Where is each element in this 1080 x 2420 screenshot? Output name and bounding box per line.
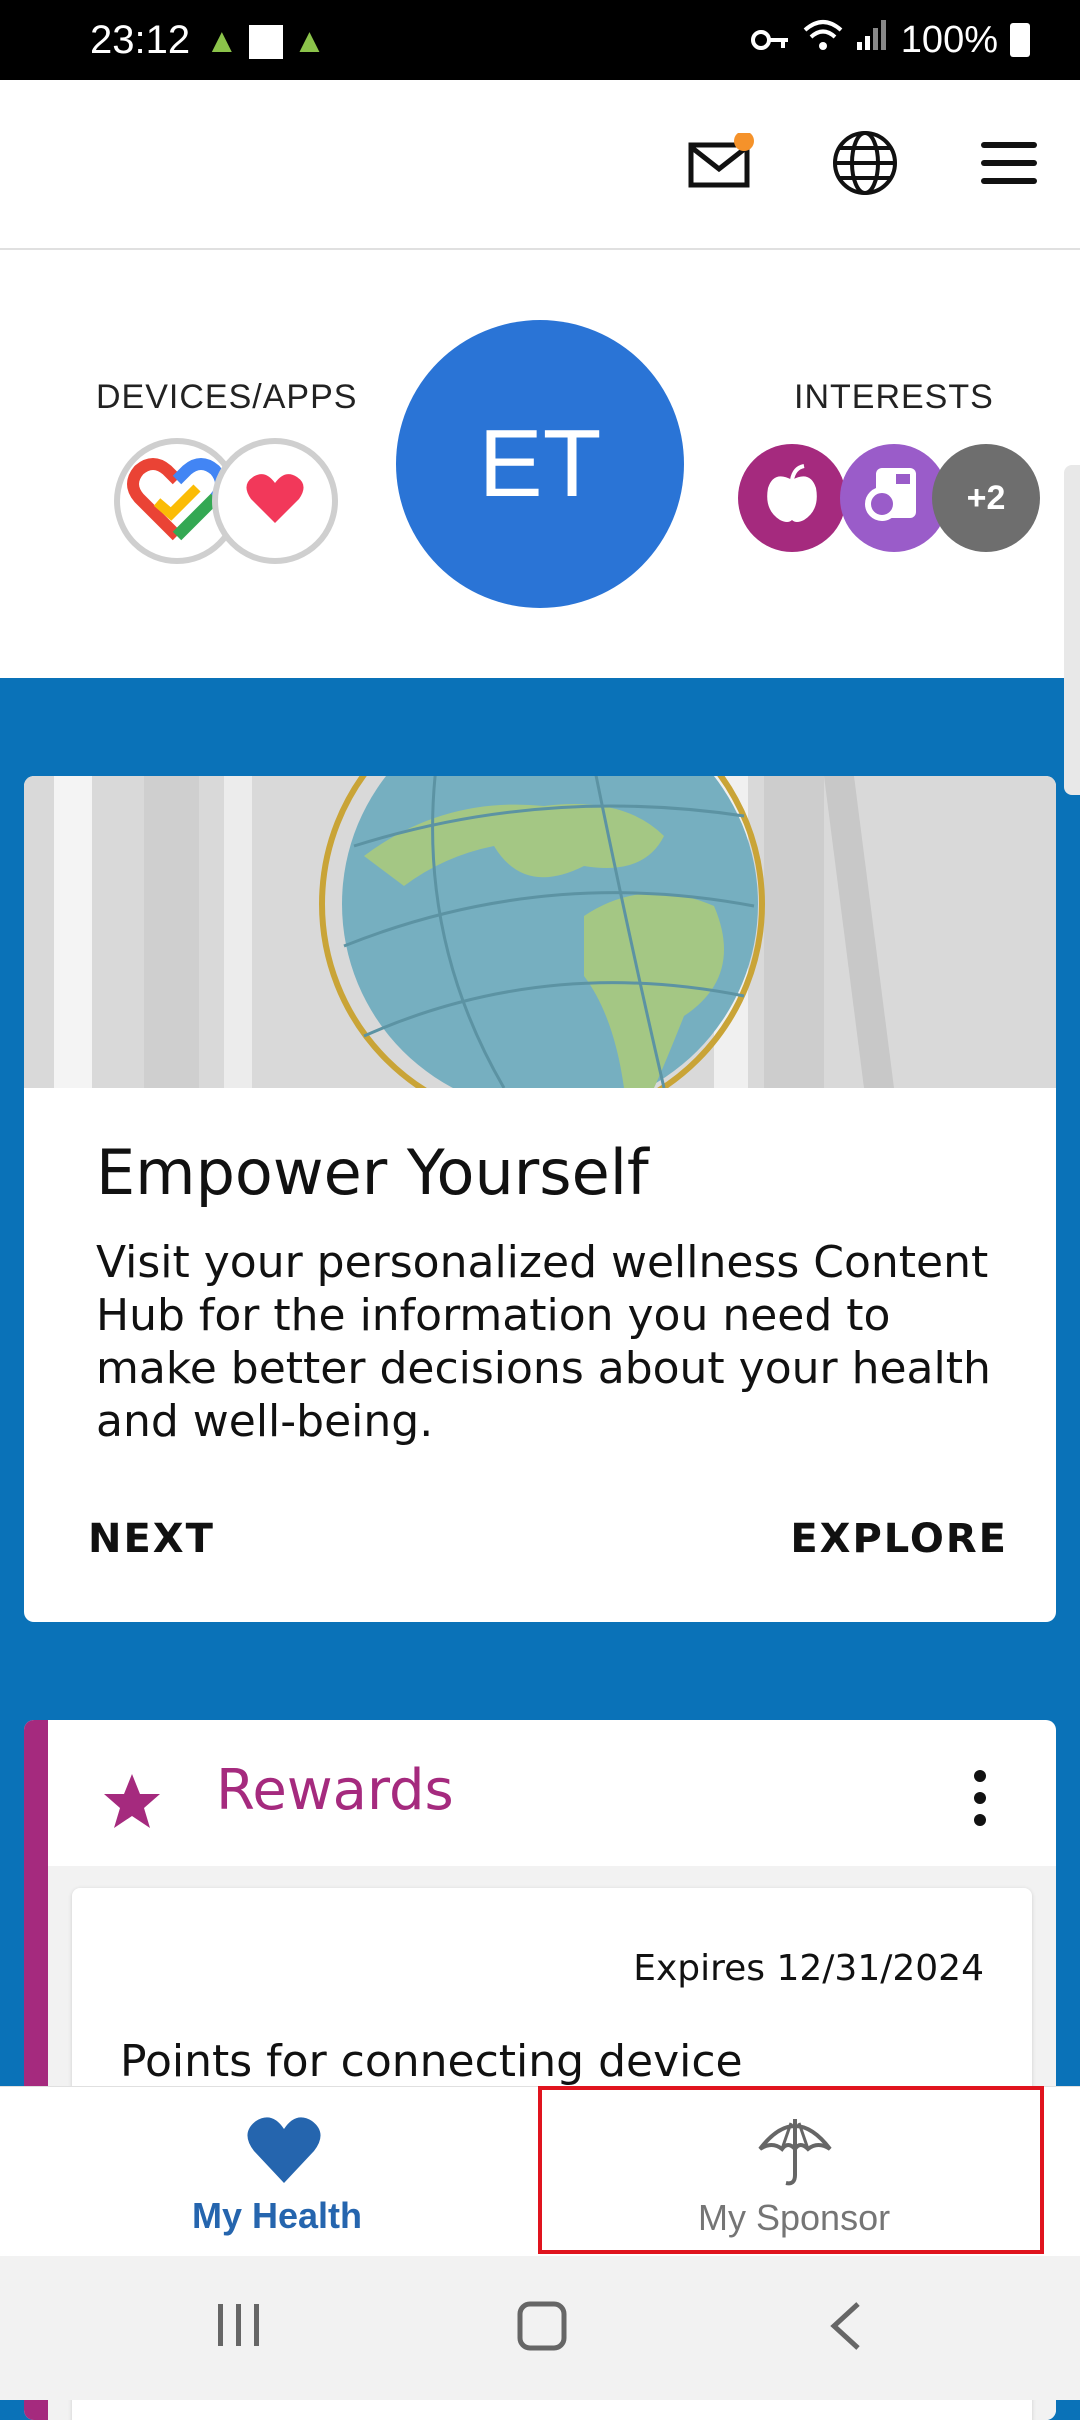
signal-icon: [855, 18, 889, 62]
home-icon[interactable]: [516, 2300, 568, 2357]
highlight-box: [538, 2086, 1044, 2254]
battery-text: 100%: [900, 18, 998, 61]
reward-expires: Expires 12/31/2024: [633, 1948, 984, 1989]
battery-icon: [1010, 23, 1030, 57]
interests-more[interactable]: +2: [932, 444, 1040, 552]
explore-button[interactable]: EXPLORE: [790, 1516, 1008, 1562]
menu-button[interactable]: [964, 120, 1054, 210]
avatar-initials: ET: [478, 410, 602, 517]
star-icon: [102, 1772, 162, 1835]
interests-label: INTERESTS: [794, 378, 994, 416]
reward-item-text: Points for connecting device: [120, 2036, 743, 2087]
android-icon: ▲: [205, 22, 239, 60]
heart-icon: [246, 2115, 322, 2190]
interests-more-count: +2: [966, 478, 1006, 517]
next-button[interactable]: NEXT: [88, 1516, 215, 1562]
recents-icon[interactable]: [214, 2300, 264, 2355]
globe-banner-image: [24, 776, 1056, 1088]
heart-icon: [245, 471, 305, 532]
nav-my-health[interactable]: My Health: [160, 2095, 410, 2245]
mail-button[interactable]: [676, 120, 766, 210]
apple-icon: [764, 463, 820, 533]
language-button[interactable]: [820, 120, 910, 210]
more-vertical-icon: [960, 1770, 1000, 1832]
status-right: 100%: [750, 18, 1030, 62]
app-header: [0, 80, 1080, 250]
card-description: Visit your personalized wellness Content…: [96, 1237, 991, 1447]
scroll-handle[interactable]: [1064, 465, 1080, 795]
content-hub-card: Empower Yourself Visit your personalized…: [24, 776, 1056, 1622]
system-navigation-bar: [0, 2256, 1080, 2400]
globe-icon: [830, 128, 900, 203]
scale-icon: [864, 464, 924, 533]
back-icon[interactable]: [826, 2300, 866, 2357]
status-bar: 23:12 ▲ ▲ 100%: [0, 0, 1080, 80]
interest-nutrition[interactable]: [738, 444, 846, 552]
image-icon: [248, 24, 283, 59]
mail-icon: [686, 130, 756, 198]
more-options-button[interactable]: [960, 1768, 1000, 1828]
android-icon: ▲: [292, 22, 327, 60]
apple-health-device[interactable]: [212, 438, 338, 564]
vpn-key-icon: [750, 19, 791, 62]
menu-icon: [979, 140, 1039, 191]
rewards-title: Rewards: [216, 1758, 454, 1823]
nav-my-health-label: My Health: [192, 2195, 363, 2236]
wifi-icon: [803, 18, 843, 62]
card-title: Empower Yourself: [96, 1136, 649, 1209]
devices-apps-label: DEVICES/APPS: [96, 378, 358, 416]
user-avatar[interactable]: ET: [396, 320, 684, 608]
status-notification-icons: ▲ ▲: [205, 22, 326, 61]
status-time: 23:12: [90, 18, 191, 62]
